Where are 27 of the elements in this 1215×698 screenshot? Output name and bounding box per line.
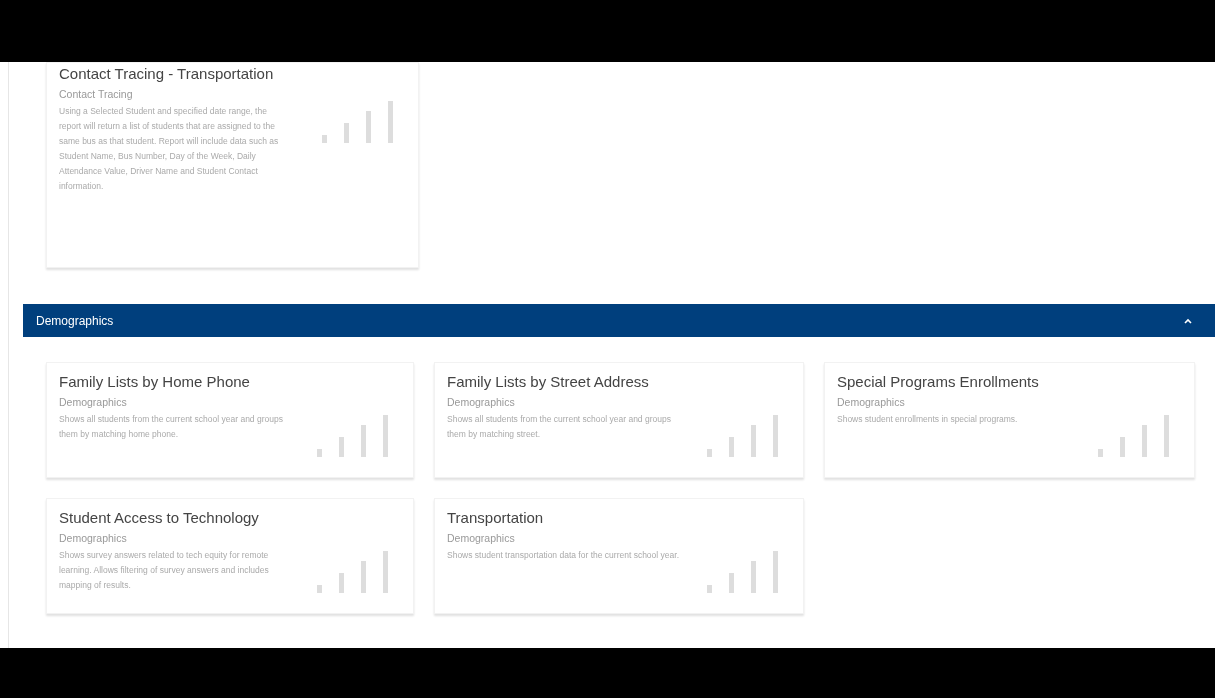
card-description: Shows all students from the current school year and groups them by matching home phone. <box>59 413 284 441</box>
card-title: Transportation <box>447 509 545 526</box>
card-description: Shows all students from the current school year and groups them by matching street. <box>447 413 672 441</box>
card-title: Family Lists by Street Address <box>447 373 650 390</box>
card-description: Shows student enrollments in special programs. <box>837 413 1019 426</box>
caret-icon <box>1183 316 1193 325</box>
card-description: Shows survey answers related to tech equity for remote learning. Allows filtering of survey answers and includes mapping of results. <box>59 549 270 592</box>
card-category: Demographics <box>59 396 128 408</box>
section-header[interactable]: Demographics <box>23 304 1215 337</box>
card-category: Demographics <box>447 532 516 544</box>
card-title: Special Programs Enrollments <box>837 373 1040 390</box>
card-category: Demographics <box>59 532 128 544</box>
card-description: Using a Selected Student and specified date range, the report will return a list of students that are assigned to the same bus as that student. Report will include data such as Student Name, Bus Number, Day of the Week, Daily Attendance Value, Driver Name and Student Contact information. <box>59 105 280 193</box>
card-description: Shows student transportation data for the current school year. <box>447 549 679 562</box>
report-card[interactable]: Transportation Demographics Shows student transportation data for the current school year. <box>434 498 804 614</box>
card-category: Contact Tracing <box>59 88 134 100</box>
card-category: Demographics <box>837 396 906 408</box>
report-card[interactable]: Family Lists by Home Phone Demographics Shows all students from the current school year and groups them by matching home phone. <box>46 362 414 478</box>
report-card[interactable] <box>46 62 419 268</box>
card-title: Student Access to Technology <box>59 509 260 526</box>
card-category: Demographics <box>447 396 516 408</box>
report-card[interactable]: Student Access to Technology Demographics Shows survey answers related to tech equity for remote learning. Allows filtering of survey answers and includes mapping of results. <box>46 498 414 614</box>
card-title: Family Lists by Home Phone <box>59 373 251 390</box>
report-card[interactable]: Family Lists by Street Address Demographics Shows all students from the current school year and groups them by matching street. <box>434 362 804 478</box>
card-title: Contact Tracing - Transportation <box>59 65 275 82</box>
section-title: Demographics <box>36 313 114 328</box>
report-card[interactable]: Special Programs Enrollments Demographics Shows student enrollments in special programs. <box>824 362 1195 478</box>
